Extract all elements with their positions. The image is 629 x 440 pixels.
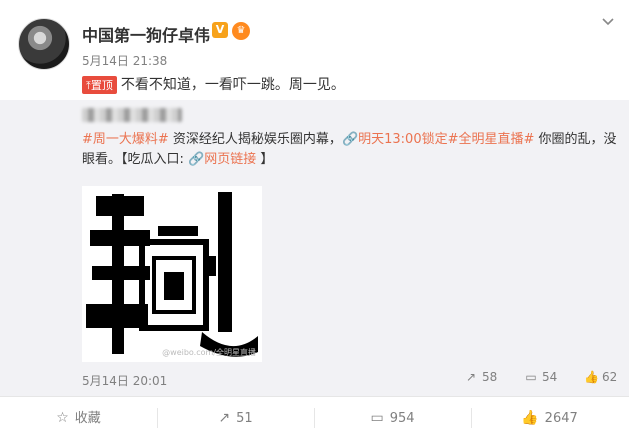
time-link[interactable]: 明天13:00锁定 xyxy=(358,132,447,147)
hanzi-graphic xyxy=(86,192,258,357)
hashtag-link-2[interactable]: #全明星直播# xyxy=(448,132,535,147)
repost-like-button[interactable]: 👍 62 xyxy=(584,370,617,384)
repost-comment-count: 54 xyxy=(542,370,558,384)
favorite-button[interactable]: ☆ 收藏 xyxy=(0,397,157,439)
repost-like-count: 62 xyxy=(602,370,618,384)
repost-button[interactable]: ↗ 51 xyxy=(157,397,314,439)
thumbs-up-icon: 👍 xyxy=(521,410,539,426)
post-header: 中国第一狗仔卓伟 V ♛ 5月14日 21:38 ⤒置顶 不看不知道，一看吓一跳。… xyxy=(0,0,629,100)
hashtag-link[interactable]: #周一大爆料# xyxy=(82,132,169,147)
pin-badge: ⤒置顶 xyxy=(82,76,117,94)
post-text: ⤒置顶 不看不知道，一看吓一跳。周一见。 xyxy=(82,74,345,94)
comment-icon: ▭ xyxy=(525,370,537,384)
action-bar: ☆ 收藏 ↗ 51 ▭ 954 👍 2647 xyxy=(0,396,629,439)
link-icon: 🔗 xyxy=(341,132,359,147)
web-link[interactable]: 网页链接 xyxy=(204,152,256,167)
repost-icon: ↗ xyxy=(218,410,231,426)
post-body: 不看不知道，一看吓一跳。周一见。 xyxy=(120,77,345,93)
image-watermark: @weibo.com/全明星直播 xyxy=(162,348,256,357)
thumbs-up-icon: 👍 xyxy=(584,370,599,384)
verified-icon: V xyxy=(212,22,228,38)
post-image[interactable]: @weibo.com/全明星直播 xyxy=(82,186,262,362)
repost-share-button[interactable]: ↗ 58 xyxy=(464,370,497,384)
repost-comment-button[interactable]: ▭ 54 xyxy=(524,370,557,384)
repost-card: #周一大爆料# 资深经纪人揭秘娱乐圈内幕，🔗明天13:00锁定#全明星直播# 你… xyxy=(0,100,629,396)
repost-share-count: 58 xyxy=(482,370,498,384)
author-name[interactable]: 中国第一狗仔卓伟 xyxy=(82,22,210,46)
comment-icon: ▭ xyxy=(370,410,384,426)
blurred-username xyxy=(82,108,182,122)
star-icon: ☆ xyxy=(56,410,69,426)
comment-button[interactable]: ▭ 954 xyxy=(314,397,471,439)
web-link-icon: 🔗 xyxy=(188,152,205,167)
repost-time[interactable]: 5月14日 20:01 xyxy=(82,372,167,389)
pin-label: 置顶 xyxy=(90,79,113,92)
share-icon: ↗ xyxy=(465,370,477,384)
post-time[interactable]: 5月14日 21:38 xyxy=(82,52,167,69)
like-count: 2647 xyxy=(544,411,578,426)
repost-body-1: 资深经纪人揭秘娱乐圈内幕， xyxy=(168,132,342,147)
chevron-down-icon[interactable] xyxy=(601,14,615,28)
repost-text: #周一大爆料# 资深经纪人揭秘娱乐圈内幕，🔗明天13:00锁定#全明星直播# 你… xyxy=(82,130,622,170)
avatar[interactable] xyxy=(18,18,70,70)
crown-icon: ♛ xyxy=(232,22,250,40)
like-button[interactable]: 👍 2647 xyxy=(471,397,628,439)
comment-count: 954 xyxy=(389,411,415,426)
repost-count: 51 xyxy=(236,411,253,426)
repost-body-3: 】 xyxy=(256,152,274,167)
favorite-label: 收藏 xyxy=(74,411,101,426)
